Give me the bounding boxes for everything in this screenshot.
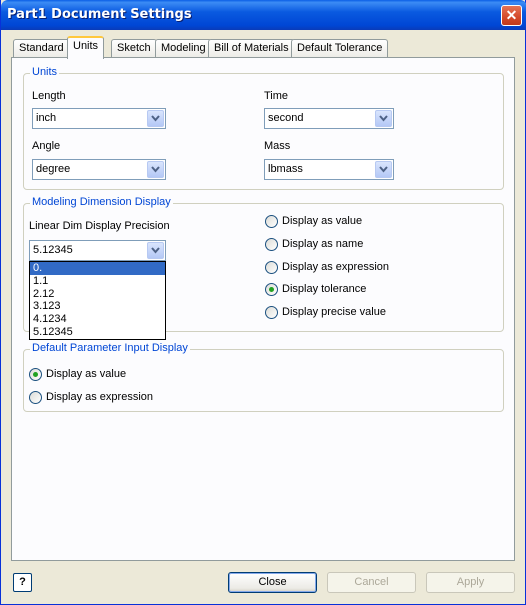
chevron-down-icon[interactable]: [147, 242, 164, 259]
precision-option[interactable]: 5.12345: [30, 326, 165, 339]
parameter-input-display-title: Default Parameter Input Display: [30, 342, 190, 354]
tab-standard[interactable]: Standard: [13, 39, 70, 58]
precision-option[interactable]: 2.12: [30, 288, 165, 301]
precision-option[interactable]: 1.1: [30, 275, 165, 288]
title-bar[interactable]: Part1 Document Settings ✕: [1, 0, 526, 30]
help-button[interactable]: ?: [13, 573, 32, 592]
precision-select[interactable]: 5.12345: [29, 240, 166, 261]
precision-value: 5.12345: [33, 244, 73, 256]
radio-label: Display tolerance: [282, 283, 367, 295]
close-button[interactable]: Close: [228, 572, 317, 593]
chevron-down-icon[interactable]: [375, 110, 392, 127]
chevron-down-icon[interactable]: [147, 110, 164, 127]
mass-label: Mass: [264, 140, 291, 152]
radio-button[interactable]: [265, 215, 278, 228]
cancel-button[interactable]: Cancel: [327, 572, 416, 593]
modeling-dimension-display-title: Modeling Dimension Display: [30, 196, 173, 208]
mass-select[interactable]: lbmass: [264, 159, 394, 180]
units-group-title: Units: [30, 66, 60, 78]
tab-default-tolerance[interactable]: Default Tolerance: [291, 39, 389, 58]
window-title: Part1 Document Settings: [7, 7, 192, 22]
length-select[interactable]: inch: [32, 108, 166, 129]
radio-button-checked[interactable]: [29, 368, 42, 381]
chevron-down-icon[interactable]: [147, 161, 164, 178]
radio-label: Display as expression: [46, 391, 153, 403]
radio-button[interactable]: [265, 306, 278, 319]
radio-button[interactable]: [265, 261, 278, 274]
radio-label: Display as expression: [282, 261, 389, 273]
radio-label: Display as name: [282, 238, 364, 250]
angle-value: degree: [36, 163, 71, 175]
time-label: Time: [264, 90, 289, 102]
angle-select[interactable]: degree: [32, 159, 166, 180]
tab-units[interactable]: Units: [67, 36, 105, 59]
precision-label: Linear Dim Display Precision: [29, 220, 170, 232]
time-value: second: [268, 112, 304, 124]
time-select[interactable]: second: [264, 108, 394, 129]
radio-button-checked[interactable]: [265, 283, 278, 296]
mass-value: lbmass: [268, 163, 303, 175]
chevron-down-icon[interactable]: [375, 161, 392, 178]
precision-option[interactable]: 3.123: [30, 300, 165, 313]
tab-sketch[interactable]: Sketch: [111, 39, 157, 58]
length-value: inch: [36, 112, 57, 124]
apply-button[interactable]: Apply: [426, 572, 515, 593]
document-settings-dialog: Part1 Document Settings ✕ Standard Units…: [0, 0, 526, 605]
radio-button[interactable]: [265, 238, 278, 251]
tab-modeling[interactable]: Modeling: [155, 39, 212, 58]
precision-dropdown-list[interactable]: 0. 1.1 2.12 3.123 4.1234 5.12345: [29, 261, 166, 340]
close-window-button[interactable]: ✕: [501, 5, 522, 26]
precision-option[interactable]: 4.1234: [30, 313, 165, 326]
length-label: Length: [32, 90, 66, 102]
radio-button[interactable]: [29, 391, 42, 404]
radio-label: Display as value: [46, 368, 127, 380]
radio-label: Display as value: [282, 215, 363, 227]
radio-label: Display precise value: [282, 306, 386, 318]
tab-bill-of-materials[interactable]: Bill of Materials: [208, 39, 295, 58]
precision-option[interactable]: 0.: [30, 262, 165, 275]
angle-label: Angle: [32, 140, 61, 152]
